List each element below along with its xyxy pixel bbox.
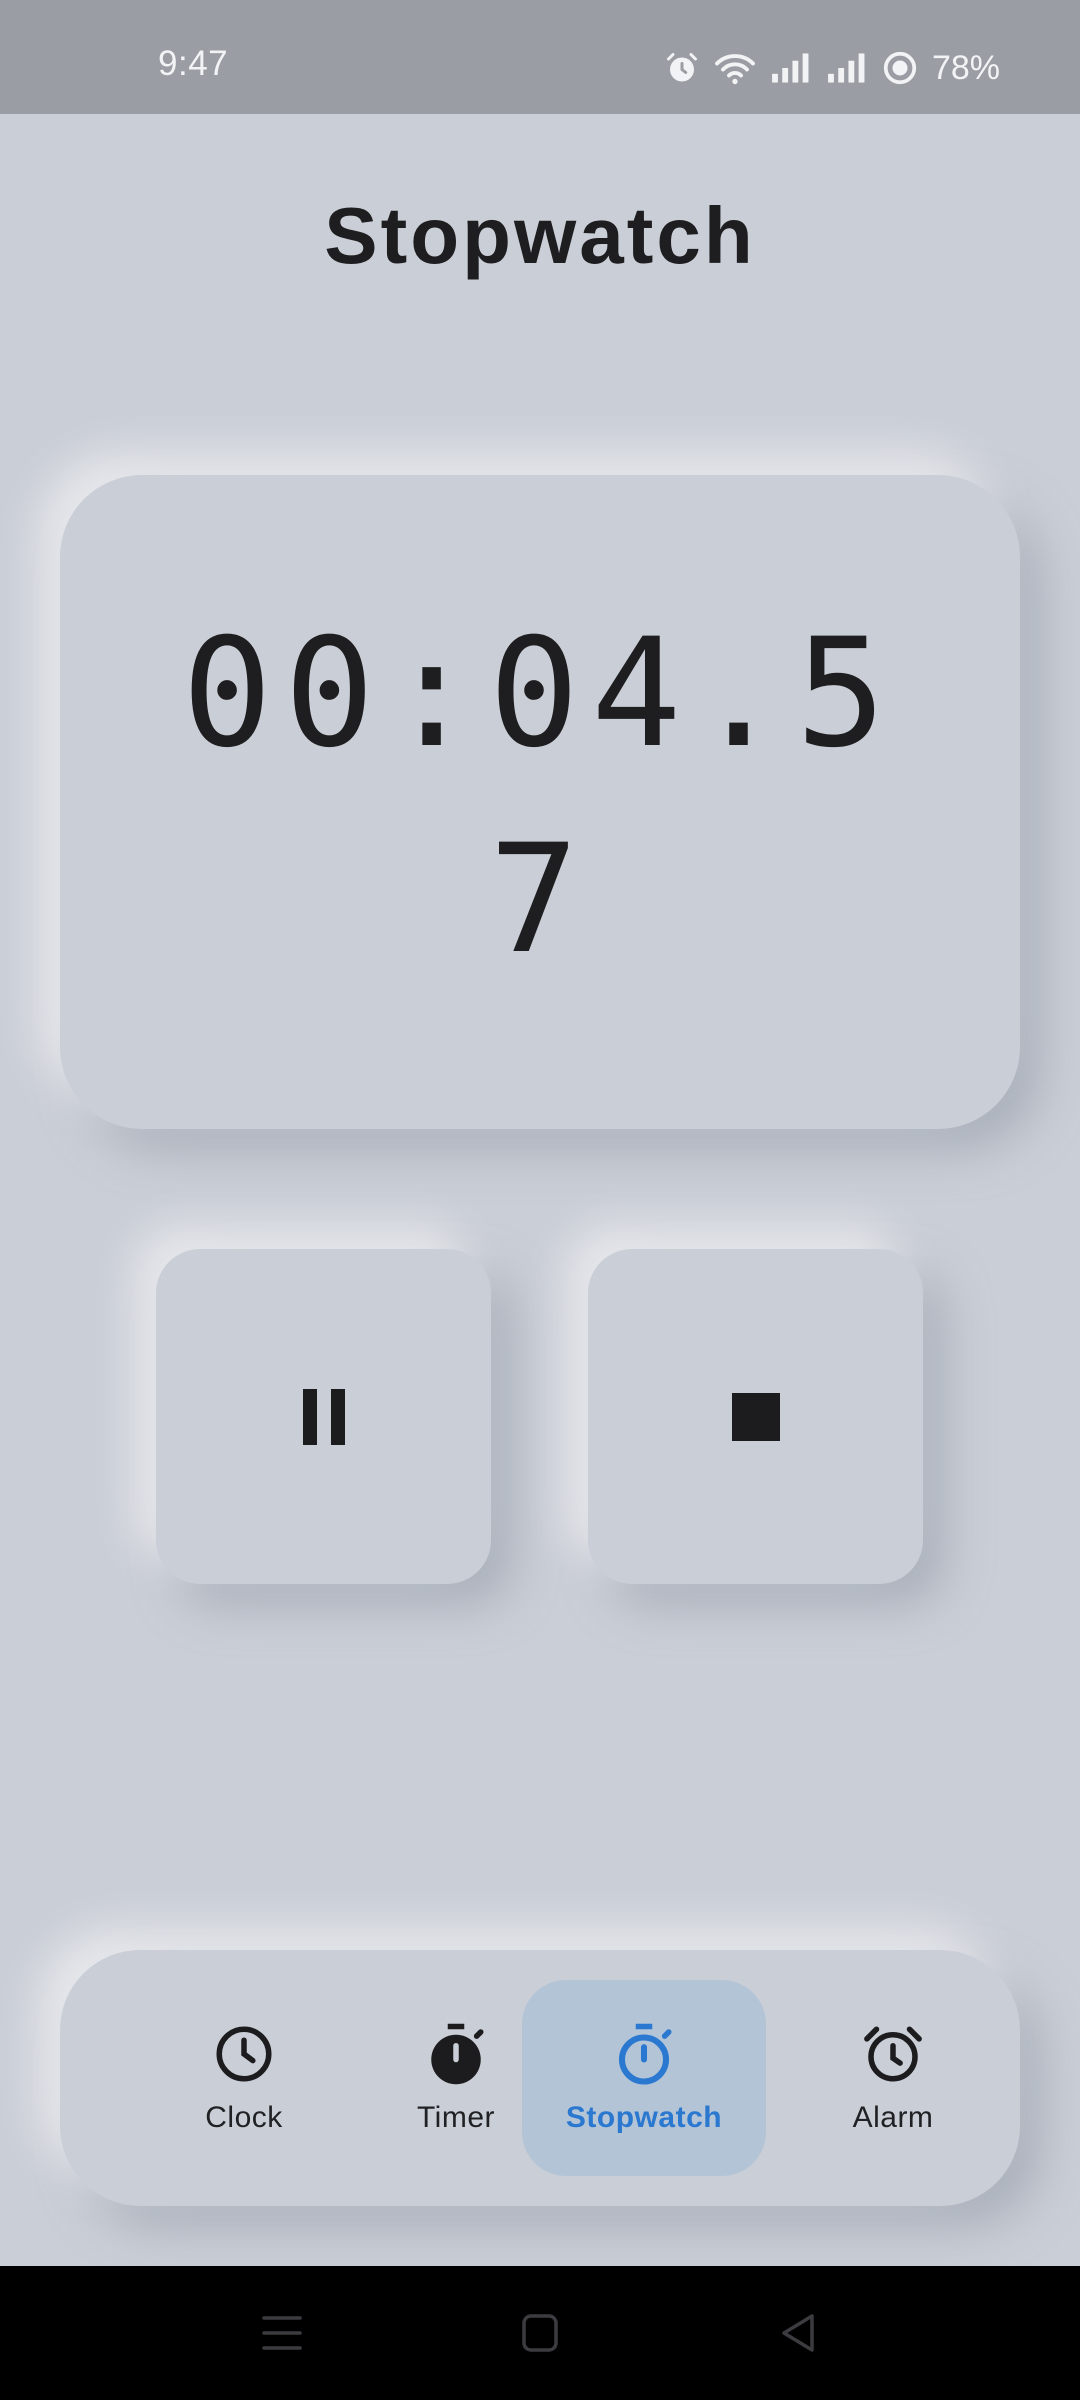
nav-label-stopwatch: Stopwatch — [565, 2101, 723, 2134]
nav-item-stopwatch[interactable]: Stopwatch — [522, 1980, 766, 2176]
nav-item-clock[interactable]: Clock — [122, 1980, 366, 2176]
signal-icon — [828, 53, 865, 83]
alarm-icon — [864, 2026, 922, 2082]
signal-icon — [772, 53, 809, 83]
wifi-icon — [714, 54, 755, 85]
stop-icon — [731, 1392, 780, 1441]
alarm-icon — [666, 53, 697, 82]
stop-button[interactable] — [588, 1249, 923, 1584]
battery-saver-icon — [883, 51, 917, 85]
back-icon[interactable] — [778, 2310, 818, 2356]
timer-icon — [431, 2023, 484, 2085]
battery-percentage: 78% — [931, 49, 1000, 87]
status-bar: 9:47 78% — [0, 0, 1080, 114]
elapsed-time: 00:04.57 — [181, 607, 899, 987]
pause-icon — [302, 1388, 345, 1445]
nav-label-timer: Timer — [416, 2101, 496, 2134]
page-title: Stopwatch — [324, 191, 756, 280]
bottom-navigation: Clock Timer Stopwatch Alarm — [60, 1950, 1020, 2206]
stopwatch-display-card: 00:04.57 — [60, 475, 1020, 1129]
status-icons: 78% — [664, 48, 1000, 88]
nav-item-alarm[interactable]: Alarm — [771, 1980, 1015, 2176]
stopwatch-icon — [618, 2023, 672, 2085]
recents-icon[interactable] — [262, 2310, 302, 2356]
system-navigation-bar — [0, 2266, 1080, 2400]
pause-button[interactable] — [156, 1249, 491, 1584]
nav-label-alarm: Alarm — [852, 2101, 934, 2134]
clock-icon — [216, 2026, 272, 2082]
nav-label-clock: Clock — [205, 2101, 283, 2134]
status-time: 9:47 — [158, 44, 229, 83]
home-icon[interactable] — [520, 2310, 560, 2356]
